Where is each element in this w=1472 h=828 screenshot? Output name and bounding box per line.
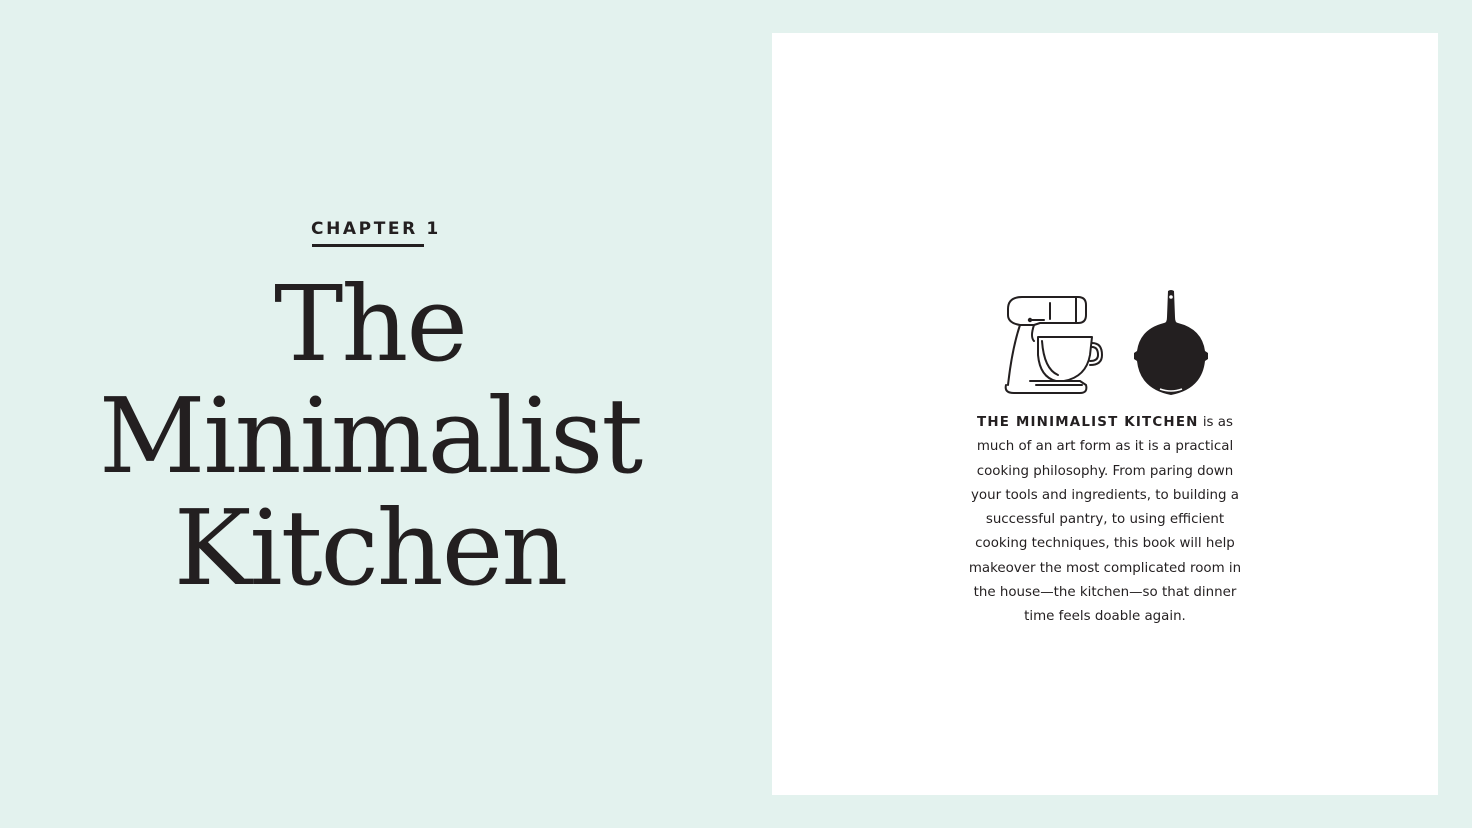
chapter-underline [312,244,424,247]
title-line-2: Minimalist [98,375,643,497]
left-page: CHAPTER 1 The Minimalist Kitchen [0,0,736,828]
description-body: is as much of an art form as it is a pra… [968,415,1242,625]
page-title: The Minimalist Kitchen [60,268,680,604]
right-page-panel: THE MINIMALIST KITCHEN is as much of an … [772,33,1438,795]
cast-iron-skillet-icon [1134,290,1208,395]
description-lead: THE MINIMALIST KITCHEN [977,415,1199,430]
title-line-1: The [274,263,468,385]
title-line-3: Kitchen [173,487,569,609]
stand-mixer-icon [1004,296,1103,394]
kitchen-icons [1000,289,1210,399]
chapter-label: CHAPTER 1 [311,219,441,239]
description-paragraph: THE MINIMALIST KITCHEN is as much of an … [960,411,1250,630]
